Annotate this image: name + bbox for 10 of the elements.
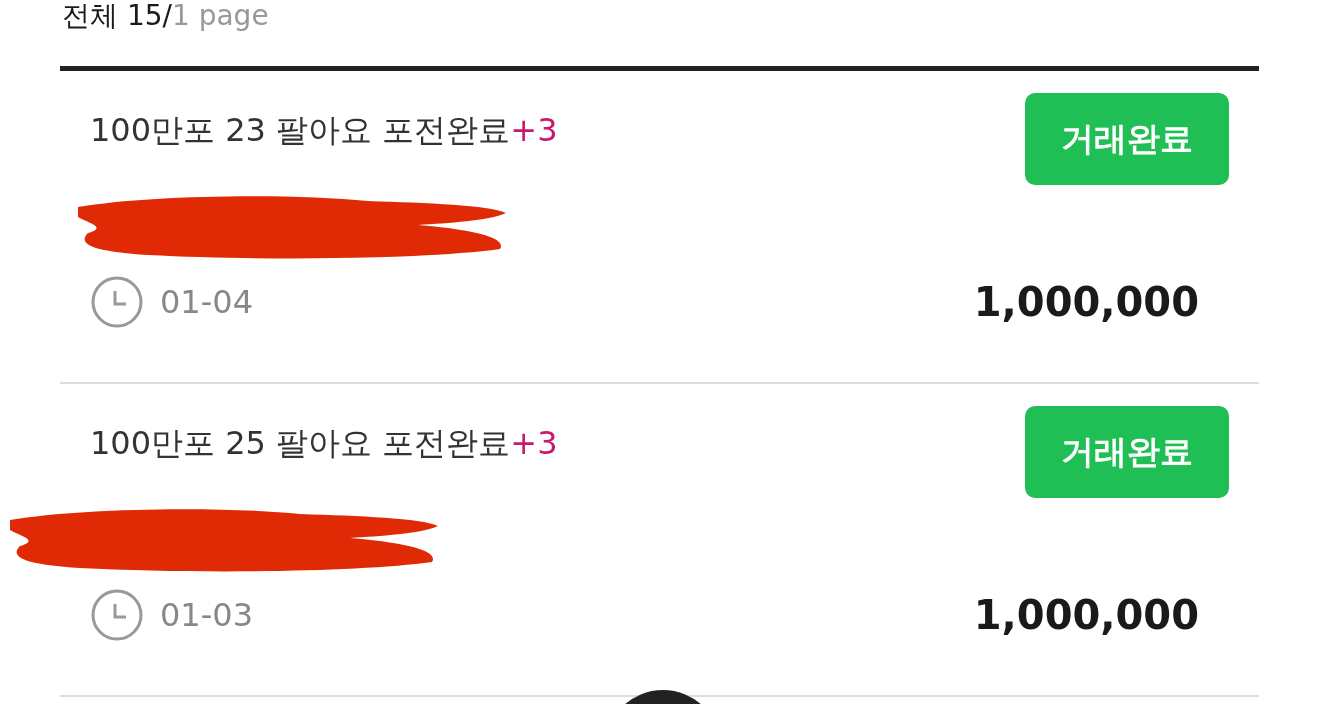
clock-icon bbox=[90, 275, 144, 329]
page-count: 1 page bbox=[171, 0, 269, 32]
post-title[interactable]: 100만포 23 팔아요 포전완료+3 bbox=[90, 109, 558, 153]
post-price: 1,000,000 bbox=[973, 592, 1199, 638]
post-date: 01-04 bbox=[160, 283, 253, 321]
total-count: 전체 15/ bbox=[62, 0, 172, 32]
clock-icon bbox=[90, 588, 144, 642]
post-title[interactable]: 100만포 25 팔아요 포전완료+3 bbox=[90, 422, 558, 466]
post-price: 1,000,000 bbox=[973, 279, 1199, 325]
post-date: 01-03 bbox=[160, 596, 253, 634]
